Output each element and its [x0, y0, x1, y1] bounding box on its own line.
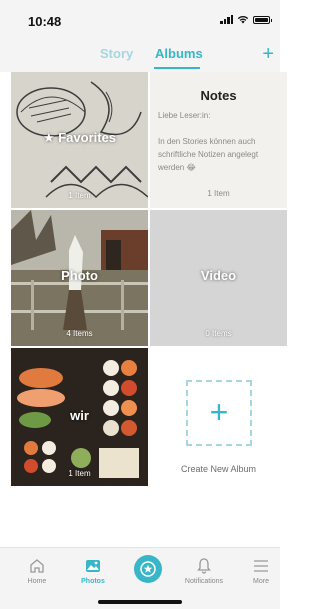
signal-icon: [220, 15, 233, 24]
nav-center-button[interactable]: [134, 555, 162, 583]
album-wir[interactable]: wir 1 Item: [11, 348, 148, 486]
nav-label-photos: Photos: [81, 578, 105, 585]
create-album-button[interactable]: +: [186, 380, 252, 446]
create-album-label: Create New Album: [180, 464, 257, 474]
home-icon: [30, 559, 44, 573]
album-favorites[interactable]: ★ Favorites 1 Item: [11, 72, 148, 208]
battery-icon: [253, 15, 272, 24]
nav-notifications[interactable]: Notifications: [179, 556, 229, 585]
active-tab-indicator: [154, 67, 200, 69]
album-title-photo: Photo: [61, 268, 98, 283]
album-title-favorites: ★ Favorites: [42, 130, 117, 145]
create-album-tile[interactable]: + Create New Album: [150, 348, 287, 486]
nav-more[interactable]: More: [236, 556, 286, 585]
album-photo[interactable]: Photo 4 Items: [11, 210, 148, 346]
notes-preview: Liebe Leser:in: In den Stories können au…: [158, 111, 259, 172]
nav-photos[interactable]: Photos: [68, 556, 118, 585]
nav-label-more: More: [253, 578, 269, 585]
menu-icon: [254, 560, 268, 572]
album-title-wir: wir: [70, 408, 89, 423]
star-icon: ★: [42, 130, 55, 145]
status-time: 10:48: [28, 14, 62, 29]
album-count-video: 0 Items: [205, 329, 232, 338]
album-title-video: Video: [200, 268, 237, 283]
album-notes[interactable]: Notes Liebe Leser:in: In den Stories kön…: [150, 72, 287, 208]
album-count-favorites: 1 Item: [68, 191, 91, 200]
home-indicator: [98, 600, 182, 604]
album-count-notes: 1 Item: [207, 189, 230, 198]
star-circle-icon: [140, 561, 156, 577]
nav-home[interactable]: Home: [12, 556, 62, 585]
album-count-wir: 1 Item: [68, 469, 91, 478]
album-title-notes: Notes: [200, 88, 237, 103]
plus-icon[interactable]: +: [262, 42, 274, 66]
nav-label-home: Home: [27, 578, 47, 585]
tab-story[interactable]: Story: [100, 46, 133, 61]
header: Story Albums +: [0, 40, 280, 72]
tab-albums[interactable]: Albums: [155, 46, 203, 61]
status-icons: [220, 15, 272, 24]
bell-icon: [197, 558, 211, 574]
photo-icon: [86, 560, 100, 572]
album-video[interactable]: Video 0 Items: [150, 210, 287, 346]
wifi-icon: [237, 15, 249, 24]
status-bar: 10:48: [0, 0, 280, 40]
album-count-photo: 4 Items: [66, 329, 93, 338]
nav-label-notifications: Notifications: [184, 578, 224, 585]
plus-icon: +: [209, 394, 229, 430]
